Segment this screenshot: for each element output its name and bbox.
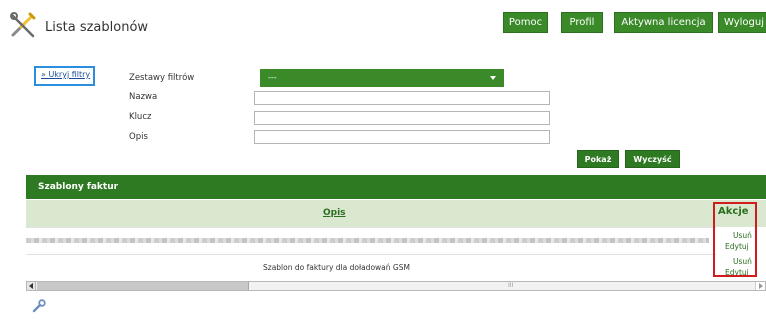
clear-button[interactable]: Wyczyść [625,150,680,168]
scrollbar-thumb[interactable] [37,282,249,290]
chevron-down-icon [490,76,496,80]
hide-filters-highlight: » Ukryj filtry [34,66,95,86]
page-title: Lista szablonów [45,20,149,35]
table-row-blurred-description [26,238,709,243]
horizontal-scrollbar[interactable]: III [26,281,766,291]
scroll-left-icon[interactable] [27,282,36,290]
tools-icon [10,12,36,38]
name-input[interactable] [254,91,550,105]
help-button[interactable]: Pomoc [503,12,548,33]
filter-sets-select[interactable]: --- [260,69,504,87]
profile-button[interactable]: Profil [561,12,603,33]
table-row-description: Szablon do faktury dla doładowań GSM [263,263,410,272]
key-label: Klucz [129,112,152,122]
description-label: Opis [129,132,148,142]
actions-highlight [713,202,757,277]
filter-sets-label: Zestawy filtrów [129,73,195,83]
filter-sets-value: --- [268,73,277,82]
show-button[interactable]: Pokaż [577,150,619,168]
name-label: Nazwa [129,92,158,102]
description-input[interactable] [254,130,550,144]
row-divider [26,254,716,255]
hide-filters-link[interactable]: » Ukryj filtry [41,70,90,79]
scrollbar-grip: III [508,282,514,289]
active-license-button[interactable]: Aktywna licencja [614,12,713,33]
key-input[interactable] [254,111,550,125]
table-title: Szablony faktur [26,175,766,199]
wrench-icon[interactable] [32,299,46,313]
description-column-header[interactable]: Opis [323,208,346,218]
scroll-right-icon[interactable] [755,282,765,290]
logout-button[interactable]: Wyloguj [718,12,766,33]
table-header-row [26,200,766,227]
row-divider [26,227,716,228]
